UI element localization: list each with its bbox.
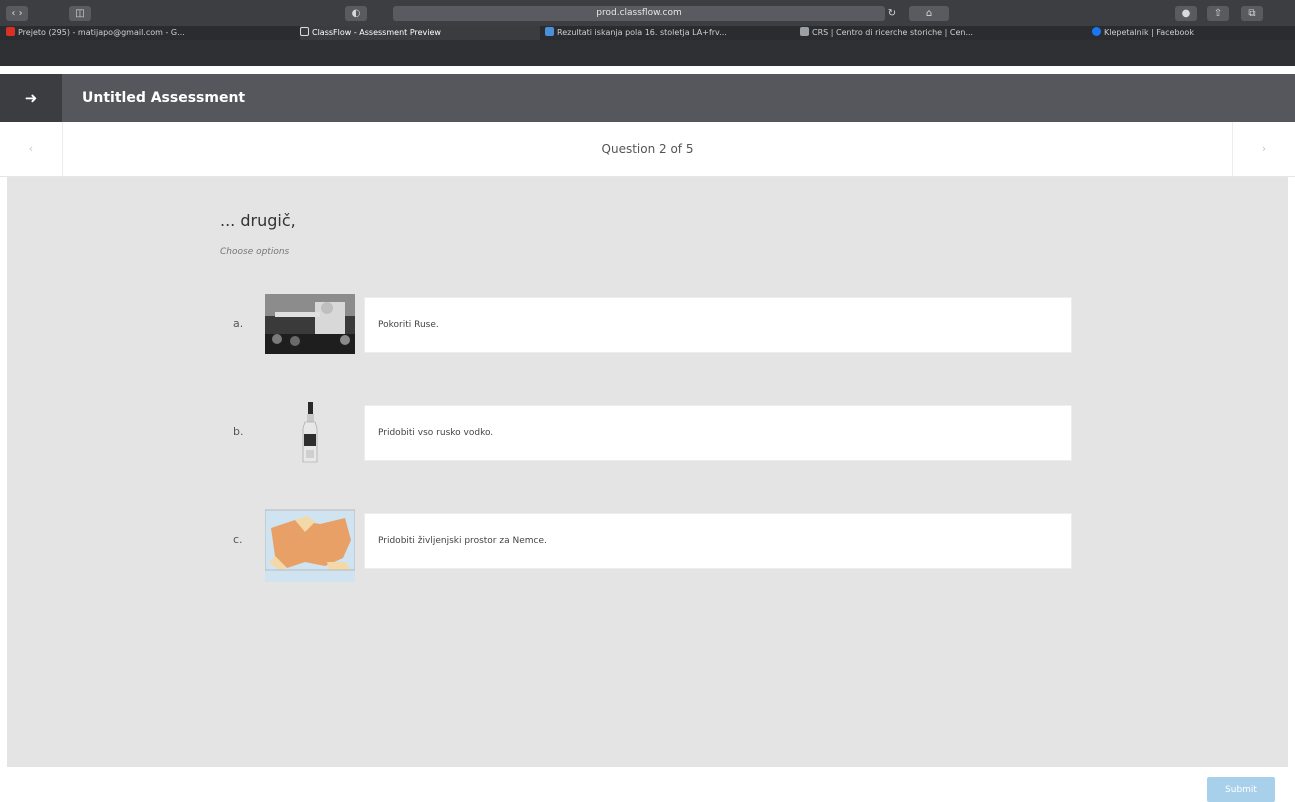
facebook-icon bbox=[1092, 27, 1101, 36]
question-title: ... drugič, bbox=[220, 211, 296, 230]
option-text: Pridobiti življenjski prostor za Nemce. bbox=[378, 536, 547, 546]
browser-tab[interactable]: Prejeto (295) - matijapo@gmail.com - G..… bbox=[6, 26, 246, 40]
option-c[interactable]: c. Pridobiti življenjski prostor za Nemc… bbox=[220, 495, 1080, 585]
tab-label: Klepetalnik | Facebook bbox=[1104, 28, 1194, 37]
home-icon[interactable]: ⌂ bbox=[909, 6, 949, 21]
download-icon[interactable]: ● bbox=[1175, 6, 1197, 21]
browser-tab[interactable]: Rezultati iskanja pola 16. stoletja LA+f… bbox=[545, 26, 785, 40]
gmail-icon bbox=[6, 27, 15, 36]
tab-label: CRS | Centro di ricerche storiche | Cen.… bbox=[812, 28, 974, 37]
browser-toolbar: ‹ › ◫ ◐ prod.classflow.com ↻ ⌂ ● ⇧ ⧉ bbox=[0, 0, 1295, 26]
url-bar[interactable]: prod.classflow.com bbox=[393, 6, 885, 21]
option-letter: b. bbox=[233, 425, 244, 438]
europe-map-image bbox=[265, 509, 355, 582]
option-text-box[interactable]: Pridobiti vso rusko vodko. bbox=[364, 405, 1072, 461]
document-icon bbox=[545, 27, 554, 36]
privacy-icon[interactable]: ◐ bbox=[345, 6, 367, 21]
reload-icon[interactable]: ↻ bbox=[885, 6, 899, 21]
assessment-title: Untitled Assessment bbox=[82, 90, 246, 106]
site-icon bbox=[800, 27, 809, 36]
speech-photo-image bbox=[265, 294, 355, 354]
question-instruction: Choose options bbox=[220, 247, 290, 257]
browser-tab-active[interactable]: ClassFlow - Assessment Preview bbox=[300, 26, 540, 40]
question-counter: Question 2 of 5 bbox=[601, 142, 694, 156]
classflow-icon bbox=[300, 27, 309, 36]
option-b[interactable]: b. Pridobiti vso rusko vodko. bbox=[220, 387, 1080, 477]
submit-button[interactable]: Submit bbox=[1207, 777, 1275, 802]
option-text-box[interactable]: Pridobiti življenjski prostor za Nemce. bbox=[364, 513, 1072, 569]
sidebar-toggle-icon[interactable]: ◫ bbox=[69, 6, 91, 21]
question-area: ... drugič, Choose options a. Pokoriti R… bbox=[7, 177, 1288, 767]
option-a[interactable]: a. Pokoriti Ruse. bbox=[220, 279, 1080, 369]
tab-label: Rezultati iskanja pola 16. stoletja LA+f… bbox=[557, 28, 727, 37]
option-text: Pridobiti vso rusko vodko. bbox=[378, 428, 494, 438]
back-button[interactable]: ‹ › bbox=[6, 6, 28, 21]
browser-tab[interactable]: CRS | Centro di ricerche storiche | Cen.… bbox=[800, 26, 1040, 40]
option-text-box[interactable]: Pokoriti Ruse. bbox=[364, 297, 1072, 353]
app-header: ➜ Untitled Assessment bbox=[0, 74, 1295, 122]
next-question-button[interactable]: › bbox=[1232, 122, 1295, 176]
option-letter: c. bbox=[233, 533, 243, 546]
option-letter: a. bbox=[233, 317, 244, 330]
tab-label: ClassFlow - Assessment Preview bbox=[312, 28, 441, 37]
vodka-bottle-image bbox=[302, 402, 318, 463]
tab-bar: Prejeto (295) - matijapo@gmail.com - G..… bbox=[0, 26, 1295, 66]
tabs-icon[interactable]: ⧉ bbox=[1241, 6, 1263, 21]
tab-label: Prejeto (295) - matijapo@gmail.com - G..… bbox=[18, 28, 185, 37]
browser-tab[interactable]: Klepetalnik | Facebook bbox=[1092, 26, 1272, 40]
exit-icon[interactable]: ➜ bbox=[0, 74, 62, 122]
option-text: Pokoriti Ruse. bbox=[378, 320, 439, 330]
question-nav: ‹ Question 2 of 5 › bbox=[0, 122, 1295, 177]
share-icon[interactable]: ⇧ bbox=[1207, 6, 1229, 21]
